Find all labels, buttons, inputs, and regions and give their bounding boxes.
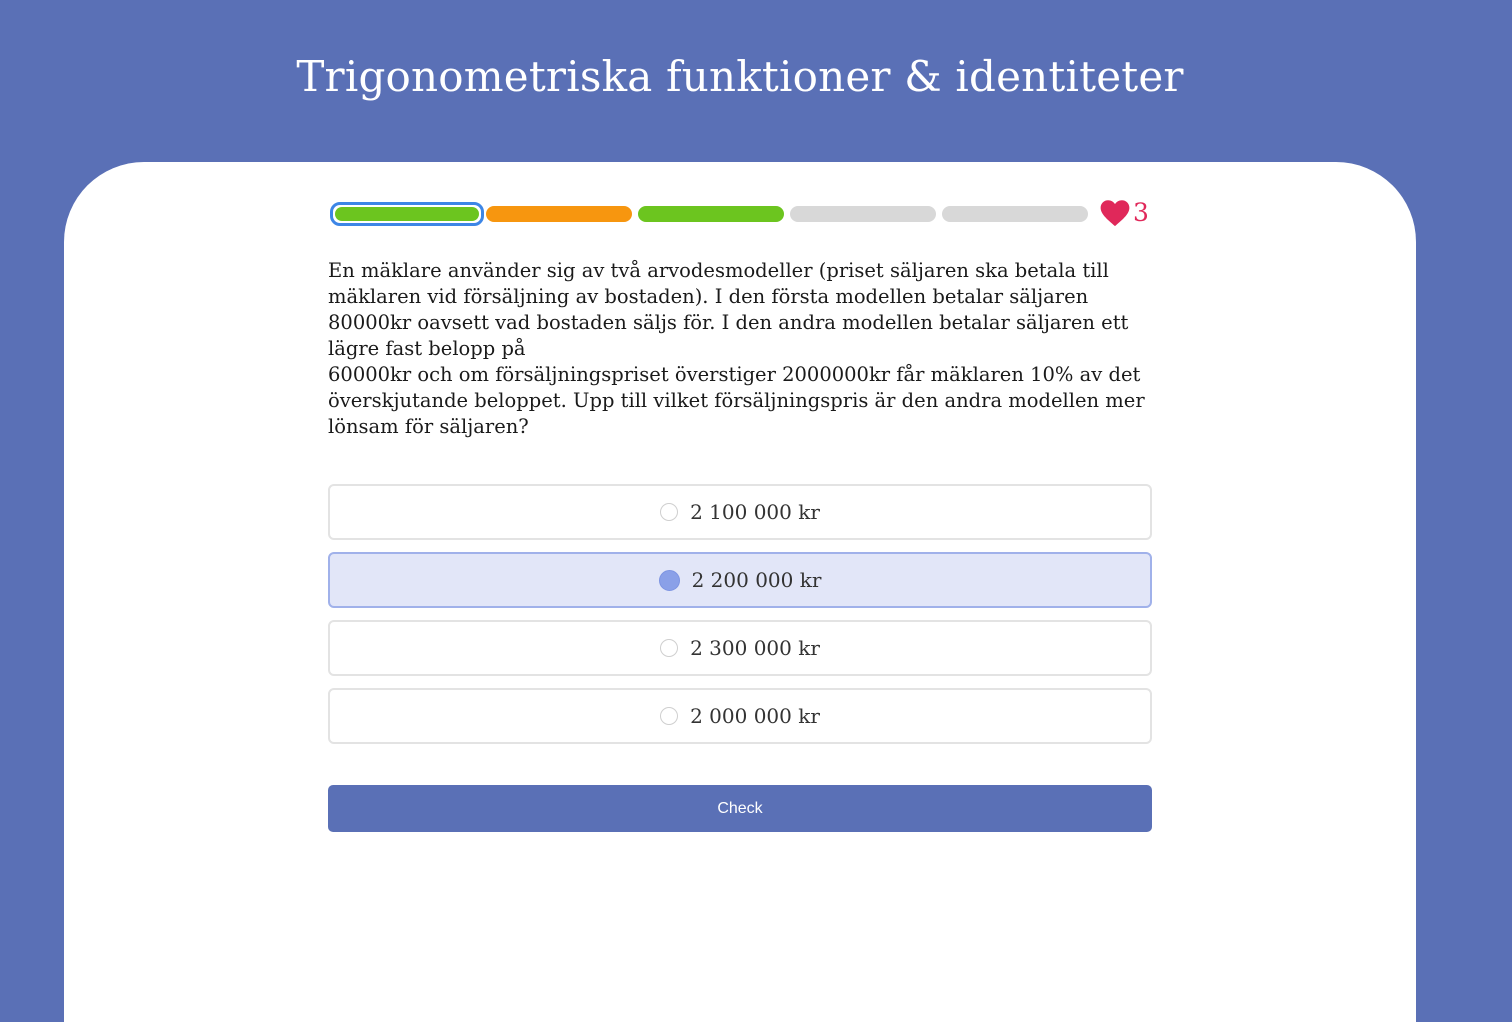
answer-option-label: 2 000 000 kr — [690, 704, 820, 728]
lives-counter: 3 — [1100, 198, 1149, 227]
radio-button[interactable] — [658, 569, 680, 591]
progress-segment-3 — [638, 206, 784, 222]
radio-button[interactable] — [660, 707, 679, 725]
progress-segment-1 — [330, 202, 484, 226]
progress-segment-1-fill — [335, 207, 479, 221]
progress-segment-4 — [790, 206, 936, 222]
answer-option-label: 2 200 000 kr — [691, 568, 822, 592]
progress-segment-5 — [942, 206, 1088, 222]
radio-button[interactable] — [660, 639, 679, 657]
check-button[interactable]: Check — [328, 785, 1152, 832]
answer-option[interactable]: 2 100 000 kr — [328, 484, 1152, 540]
heart-icon — [1100, 199, 1130, 226]
question-text: En mäklare använder sig av två arvodesmo… — [328, 259, 1145, 438]
answer-option-label: 2 100 000 kr — [690, 500, 820, 524]
quiz-card: 3 En mäklare använder sig av två arvodes… — [64, 162, 1416, 1022]
lives-count: 3 — [1133, 198, 1149, 227]
radio-button[interactable] — [660, 503, 679, 521]
answer-option-label: 2 300 000 kr — [690, 636, 820, 660]
progress-bar — [330, 202, 1154, 226]
progress-segment-2 — [486, 206, 632, 222]
answer-option[interactable]: 2 000 000 kr — [328, 688, 1152, 744]
page-title: Trigonometriska funktioner & identiteter — [296, 52, 1184, 101]
answer-option[interactable]: 2 200 000 kr — [328, 552, 1152, 608]
answer-option[interactable]: 2 300 000 kr — [328, 620, 1152, 676]
answer-options: 2 100 000 kr 2 200 000 kr 2 300 000 kr 2… — [328, 484, 1152, 756]
